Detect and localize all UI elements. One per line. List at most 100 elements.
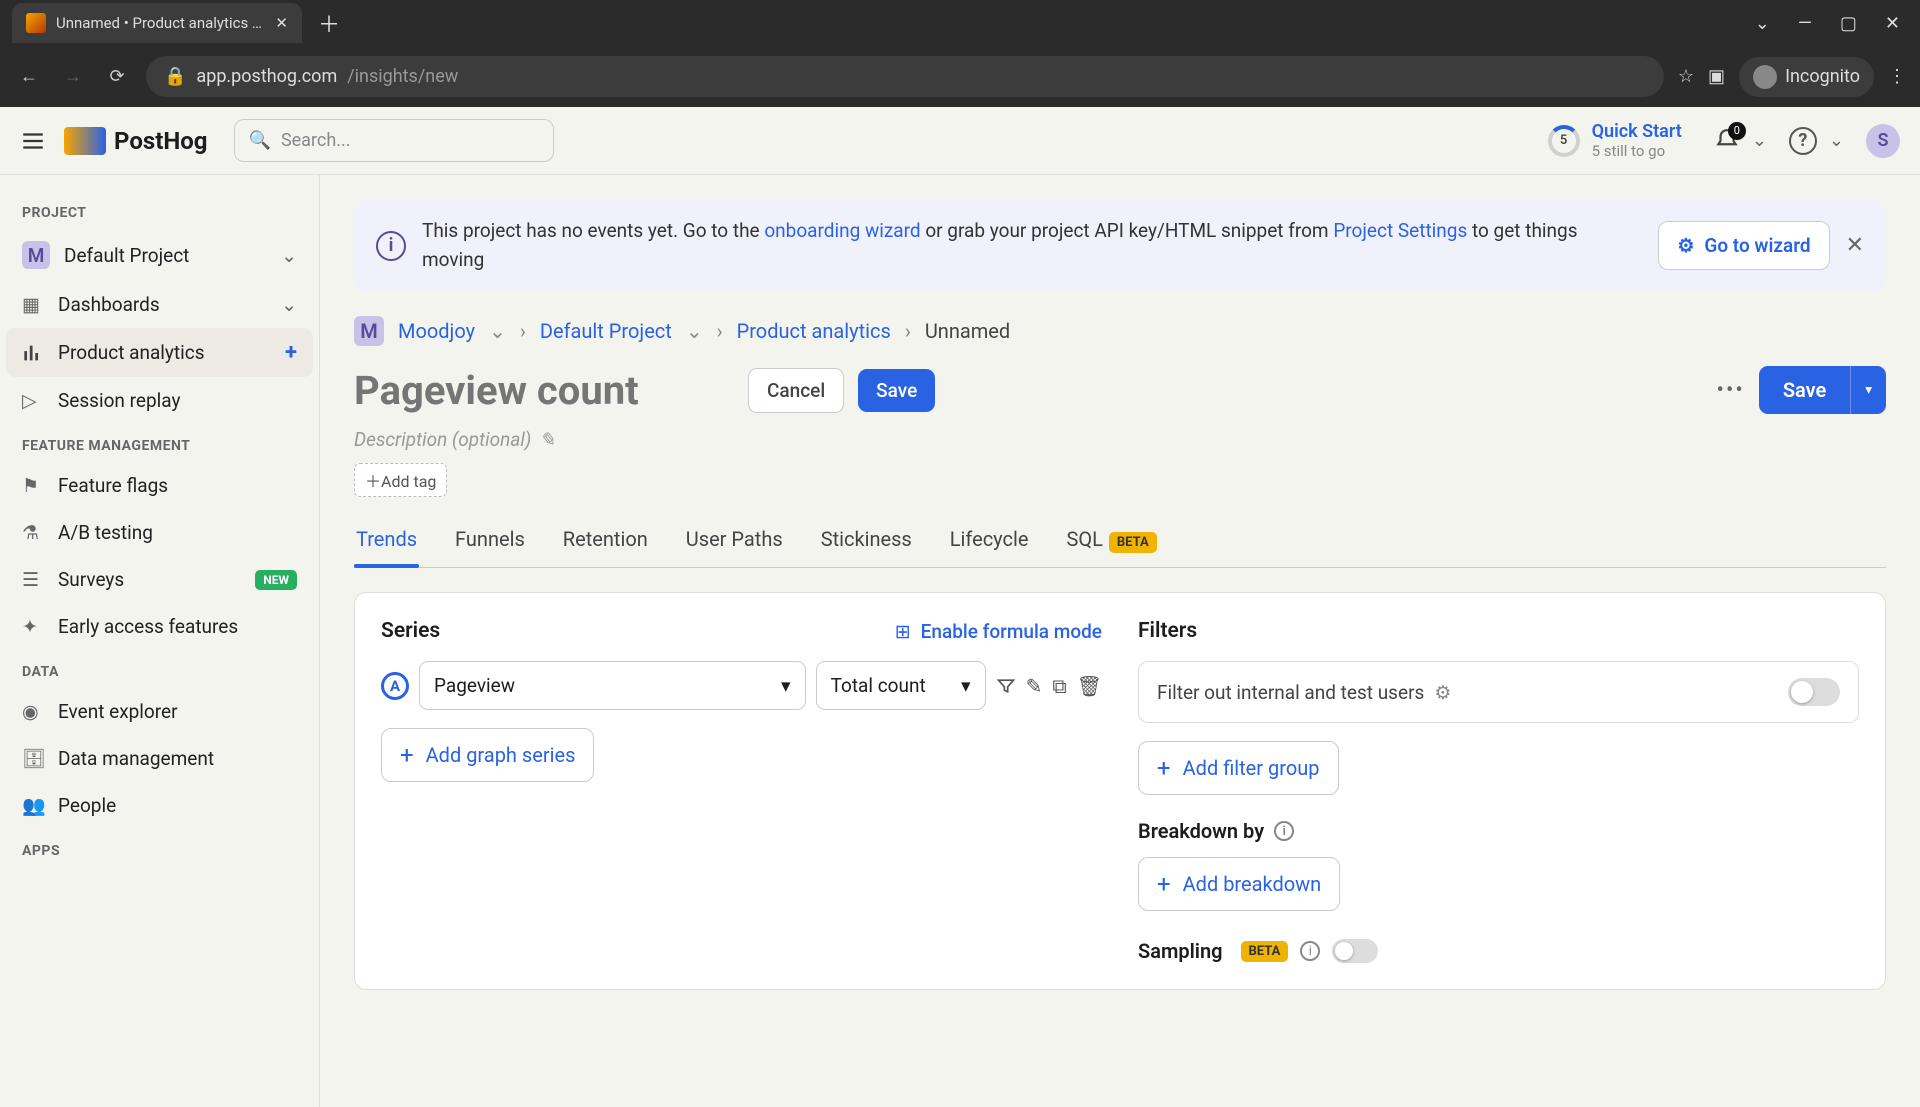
quick-start-progress[interactable]: 5 (1548, 125, 1580, 157)
save-dropdown-button[interactable]: ▾ (1850, 366, 1886, 414)
minimize-icon[interactable]: — (1798, 13, 1812, 34)
onboarding-wizard-link[interactable]: onboarding wizard (764, 219, 920, 242)
edit-series-icon[interactable]: ✎ (1026, 674, 1043, 698)
browser-tab[interactable]: Unnamed • Product analytics • P ✕ (12, 3, 302, 43)
breadcrumb-project[interactable]: Default Project (540, 319, 672, 343)
beta-badge: BETA (1241, 941, 1289, 962)
incognito-badge[interactable]: Incognito (1739, 57, 1874, 97)
close-alert-icon[interactable]: ✕ (1846, 233, 1864, 258)
add-tag-button[interactable]: ＋Add tag (354, 463, 447, 497)
sampling-heading: Sampling (1138, 939, 1223, 963)
url-host: app.posthog.com (196, 66, 337, 87)
tab-lifecycle[interactable]: Lifecycle (948, 517, 1031, 567)
new-tab-button[interactable]: ＋ (318, 7, 340, 39)
info-icon[interactable]: i (1300, 941, 1320, 961)
chevron-down-icon: ▾ (781, 674, 791, 697)
add-breakdown-button[interactable]: + Add breakdown (1138, 857, 1340, 911)
sidebar: PROJECT M Default Project ⌄ ▦ Dashboards… (0, 175, 320, 1107)
breadcrumb: M Moodjoy ⌄ › Default Project ⌄ › Produc… (354, 316, 1886, 346)
sidebar-project-selector[interactable]: M Default Project ⌄ (6, 229, 313, 281)
sidebar-item-product-analytics[interactable]: Product analytics + (6, 328, 313, 377)
insight-title-input[interactable] (354, 367, 734, 414)
close-window-icon[interactable]: ✕ (1885, 13, 1900, 34)
gear-icon[interactable]: ⚙ (1434, 681, 1451, 704)
flag-icon: ⚑ (22, 474, 44, 497)
plus-icon: + (1157, 754, 1171, 782)
add-insight-icon[interactable]: + (285, 340, 297, 365)
sidebar-item-data-management[interactable]: 🗄 Data management (6, 735, 313, 782)
notifications-button[interactable]: 0 (1714, 128, 1740, 154)
sidebar-item-surveys[interactable]: ☰ Surveys NEW (6, 556, 313, 603)
save-insight-button[interactable]: Save (1759, 366, 1850, 414)
aggregation-selector[interactable]: Total count ▾ (816, 661, 986, 710)
info-icon[interactable]: i (1274, 821, 1294, 841)
sidebar-item-session-replay[interactable]: ▷ Session replay (6, 377, 313, 424)
save-title-button[interactable]: Save (858, 369, 935, 412)
sidebar-item-dashboards[interactable]: ▦ Dashboards ⌄ (6, 281, 313, 328)
tab-funnels[interactable]: Funnels (453, 517, 527, 567)
close-tab-icon[interactable]: ✕ (275, 14, 288, 32)
maximize-icon[interactable]: ▢ (1840, 13, 1857, 34)
tab-sql[interactable]: SQLBETA (1064, 517, 1158, 567)
description-field[interactable]: Description (optional) ✎ (354, 428, 1886, 451)
quick-start-link[interactable]: Quick Start 5 still to go (1592, 121, 1682, 160)
formula-mode-button[interactable]: ⊞ Enable formula mode (895, 620, 1102, 643)
beta-badge: BETA (1109, 532, 1157, 553)
go-to-wizard-button[interactable]: ⚙ Go to wizard (1658, 221, 1829, 270)
chevron-down-icon[interactable]: ⌄ (1755, 13, 1770, 34)
help-button[interactable]: ? (1789, 127, 1817, 155)
event-selector[interactable]: Pageview ▾ (419, 661, 806, 710)
delete-series-icon[interactable]: 🗑 (1077, 674, 1102, 698)
incognito-icon (1753, 65, 1777, 89)
sidebar-item-people[interactable]: 👥 People (6, 782, 313, 829)
sidebar-item-early-access[interactable]: ✦ Early access features (6, 603, 313, 650)
logo-mark-icon (64, 127, 106, 155)
add-filter-group-button[interactable]: + Add filter group (1138, 741, 1339, 795)
hamburger-menu-icon[interactable] (20, 128, 48, 154)
tab-trends[interactable]: Trends (354, 517, 419, 567)
chevron-down-icon[interactable]: ⌄ (489, 319, 506, 343)
new-badge: NEW (255, 570, 297, 590)
posthog-logo[interactable]: PostHog (64, 127, 208, 155)
chevron-down-icon: ▾ (961, 674, 971, 697)
series-heading: Series (381, 619, 440, 643)
copy-series-icon[interactable]: ⧉ (1052, 674, 1066, 698)
replay-icon: ▷ (22, 389, 44, 412)
project-settings-link[interactable]: Project Settings (1333, 219, 1467, 242)
extensions-icon[interactable]: ▣ (1708, 66, 1725, 87)
breadcrumb-org[interactable]: Moodjoy (398, 319, 475, 343)
sidebar-item-ab-testing[interactable]: ⚗ A/B testing (6, 509, 313, 556)
search-input[interactable]: 🔍 Search... (234, 119, 554, 162)
survey-icon: ☰ (22, 568, 44, 591)
sidebar-item-feature-flags[interactable]: ⚑ Feature flags (6, 462, 313, 509)
help-chevron-icon[interactable]: ⌄ (1829, 130, 1844, 151)
cancel-title-button[interactable]: Cancel (748, 368, 844, 413)
chevron-right-icon: › (905, 319, 911, 343)
favicon (26, 13, 46, 33)
sampling-toggle[interactable] (1332, 939, 1378, 963)
address-bar[interactable]: 🔒 app.posthog.com/insights/new (146, 56, 1664, 97)
chevron-down-icon[interactable]: ⌄ (686, 319, 703, 343)
tab-stickiness[interactable]: Stickiness (819, 517, 914, 567)
bookmark-icon[interactable]: ☆ (1678, 66, 1694, 87)
tab-user-paths[interactable]: User Paths (684, 517, 785, 567)
add-series-button[interactable]: + Add graph series (381, 728, 594, 782)
internal-users-toggle[interactable] (1788, 678, 1840, 706)
project-badge-icon: M (22, 241, 50, 269)
back-button[interactable]: ← (14, 62, 44, 92)
reload-button[interactable]: ⟳ (102, 62, 132, 92)
more-options-icon[interactable]: ••• (1717, 378, 1745, 403)
browser-menu-icon[interactable]: ⋮ (1888, 66, 1906, 87)
tab-retention[interactable]: Retention (561, 517, 650, 567)
chevron-right-icon: › (520, 319, 526, 343)
breadcrumb-section[interactable]: Product analytics (737, 319, 891, 343)
formula-icon: ⊞ (895, 620, 911, 643)
sidebar-item-event-explorer[interactable]: ◉ Event explorer (6, 688, 313, 735)
no-events-alert: i This project has no events yet. Go to … (354, 199, 1886, 292)
filter-icon[interactable] (996, 676, 1016, 696)
search-icon: 🔍 (249, 130, 271, 151)
org-badge-icon: M (354, 316, 384, 346)
notifications-chevron-icon[interactable]: ⌄ (1752, 130, 1767, 151)
dashboard-icon: ▦ (22, 293, 44, 316)
user-avatar[interactable]: S (1866, 124, 1900, 158)
